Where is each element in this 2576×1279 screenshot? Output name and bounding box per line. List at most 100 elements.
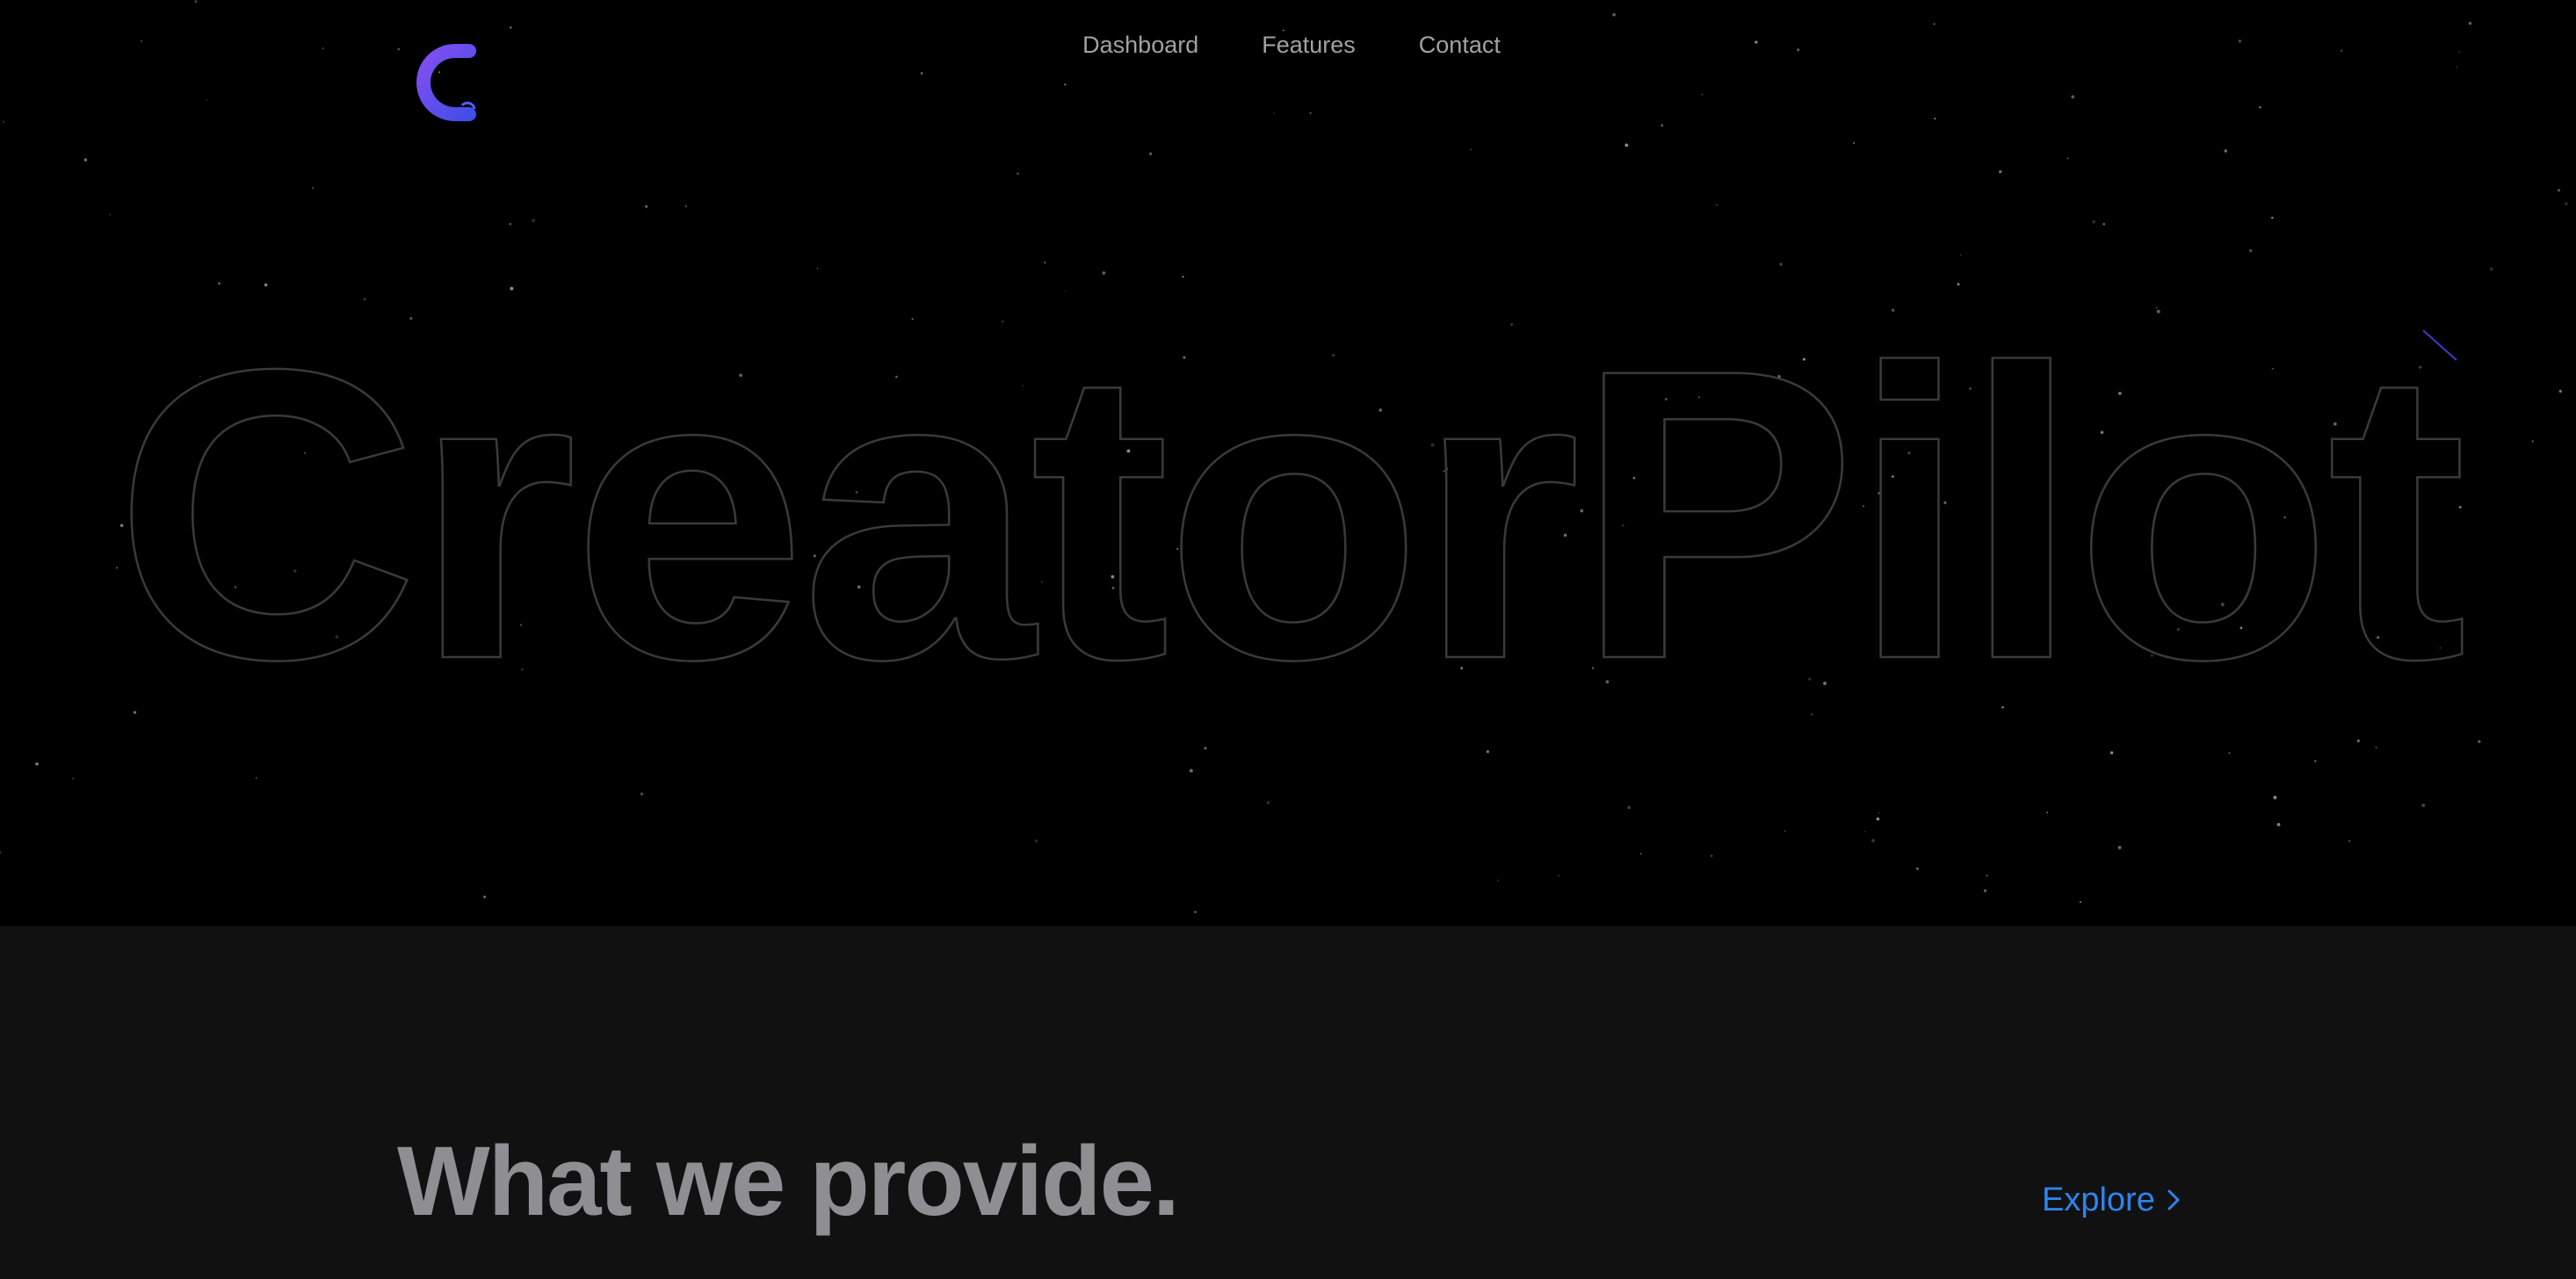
star xyxy=(483,895,487,899)
star xyxy=(1710,854,1713,857)
star xyxy=(1999,170,2002,174)
star xyxy=(2276,822,2281,827)
star xyxy=(1986,874,1989,878)
star xyxy=(1959,254,1962,257)
star xyxy=(1309,112,1312,114)
provide-title: What we provide. xyxy=(397,1126,1180,1236)
star xyxy=(1715,204,1719,206)
star xyxy=(2456,66,2458,69)
star xyxy=(1876,817,1880,821)
hero-section: Dashboard Features Contact CreatorPilot xyxy=(0,0,2576,926)
star xyxy=(2468,21,2472,25)
star xyxy=(2046,811,2049,813)
provide-section: What we provide. Explore xyxy=(0,926,2576,1279)
star xyxy=(2478,740,2481,743)
star xyxy=(1661,124,1664,127)
star xyxy=(1624,143,1629,148)
star xyxy=(2259,106,2261,109)
star xyxy=(2001,705,2004,709)
star xyxy=(1784,830,1786,833)
star xyxy=(1915,867,1919,871)
star xyxy=(1853,141,1856,144)
star xyxy=(509,222,512,226)
star xyxy=(1701,93,1704,96)
star xyxy=(83,158,88,162)
star xyxy=(532,219,535,222)
star xyxy=(264,283,268,287)
star xyxy=(1272,112,1275,114)
star xyxy=(2314,760,2317,762)
page: Dashboard Features Contact CreatorPilot … xyxy=(0,0,2576,1279)
star xyxy=(509,26,512,29)
star xyxy=(1810,713,1813,716)
star xyxy=(35,762,39,766)
chevron-right-icon xyxy=(2167,1189,2180,1210)
star xyxy=(2356,739,2360,742)
star xyxy=(1189,769,1193,773)
star xyxy=(1627,806,1632,810)
star xyxy=(2092,220,2096,224)
star xyxy=(2102,222,2105,226)
star xyxy=(1266,801,1270,805)
star xyxy=(255,777,257,779)
nav-item-dashboard[interactable]: Dashboard xyxy=(1051,30,1230,60)
star xyxy=(2557,189,2561,192)
star xyxy=(1064,83,1067,86)
star xyxy=(72,777,74,780)
star xyxy=(1878,812,1880,814)
star xyxy=(1044,261,1046,264)
explore-link[interactable]: Explore xyxy=(2042,1181,2182,1219)
star xyxy=(2224,148,2228,153)
star xyxy=(2080,901,2081,903)
star xyxy=(2,120,5,124)
star xyxy=(194,0,198,4)
star xyxy=(1497,879,1500,882)
star xyxy=(816,267,819,270)
star xyxy=(0,851,2,854)
star xyxy=(2228,752,2231,755)
star xyxy=(1486,750,1489,754)
star xyxy=(1779,263,1783,266)
star xyxy=(1194,910,1197,914)
star xyxy=(2271,216,2274,220)
star xyxy=(133,711,137,714)
star xyxy=(2066,157,2069,160)
star xyxy=(1102,271,1106,275)
star xyxy=(1933,23,1936,25)
star xyxy=(217,282,221,285)
star xyxy=(108,213,111,216)
star xyxy=(2421,803,2426,807)
star xyxy=(1557,874,1560,877)
star xyxy=(1612,13,1616,17)
star xyxy=(1470,148,1473,151)
star xyxy=(645,205,648,208)
star xyxy=(2375,747,2377,748)
star xyxy=(2348,840,2351,842)
nav-item-features[interactable]: Features xyxy=(1230,30,1387,60)
explore-label: Explore xyxy=(2042,1181,2155,1218)
star xyxy=(206,99,208,101)
star xyxy=(2071,95,2075,99)
star xyxy=(920,72,923,75)
hero-wordmark-text: CreatorPilot xyxy=(114,288,2465,692)
star xyxy=(2117,846,2122,849)
star xyxy=(1871,839,1875,842)
star xyxy=(1182,275,1184,278)
nav-item-contact[interactable]: Contact xyxy=(1387,30,1532,60)
star xyxy=(1864,830,1866,833)
star xyxy=(1149,152,1153,155)
shooting-star xyxy=(2422,329,2457,361)
star xyxy=(1204,747,1207,750)
star xyxy=(2489,267,2493,271)
star xyxy=(2565,202,2568,206)
star xyxy=(1957,283,1960,286)
star xyxy=(311,186,315,190)
star xyxy=(640,792,644,796)
star xyxy=(1983,889,1987,892)
star xyxy=(1016,172,1019,176)
star xyxy=(1639,853,1642,855)
star xyxy=(2273,795,2277,799)
star xyxy=(2109,751,2114,755)
star xyxy=(1934,117,1936,120)
hero-wordmark: CreatorPilot xyxy=(113,288,2471,692)
